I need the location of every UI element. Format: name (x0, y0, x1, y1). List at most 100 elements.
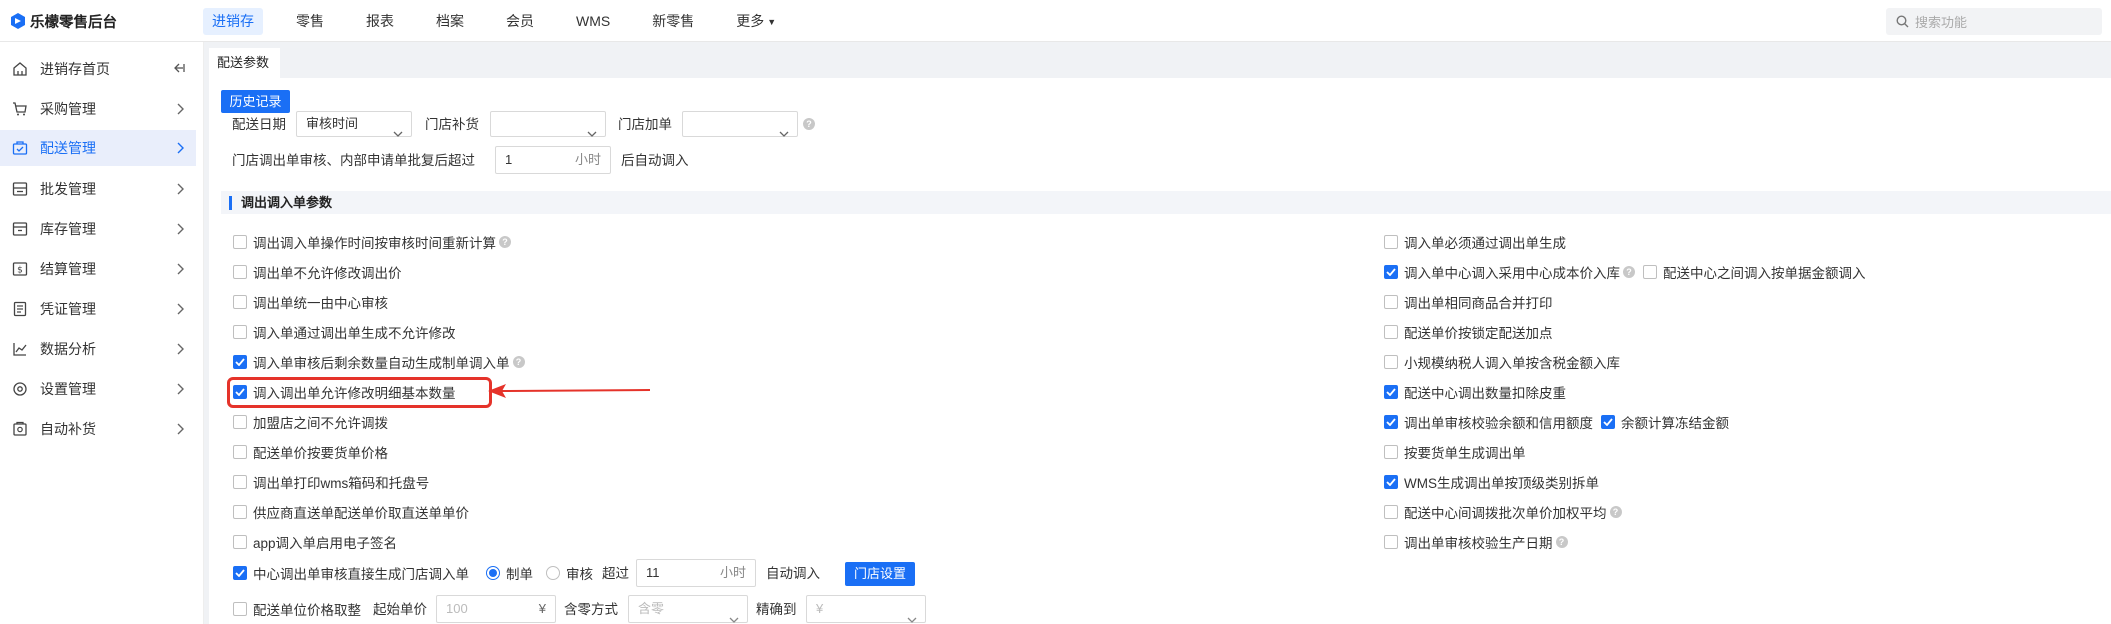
help-icon[interactable]: ? (803, 118, 815, 130)
right-option: 配送中心调出数量扣除皮重 (1384, 382, 1566, 402)
right-option-checkbox[interactable] (1384, 385, 1398, 399)
right-option-checkbox[interactable] (1384, 415, 1398, 429)
auto-in-unit: 小时 (574, 152, 601, 167)
right-extra-option-checkbox[interactable] (1643, 265, 1657, 279)
left-option: 调入单审核后剩余数量自动生成制单调入单? (233, 352, 525, 372)
right-option-label: 配送单价按锁定配送加点 (1404, 326, 1553, 341)
app-logo[interactable]: 乐檬零售后台 (11, 11, 117, 31)
center-hours-input[interactable]: 11 小时 (636, 559, 756, 587)
right-option-label: 配送中心调出数量扣除皮重 (1404, 386, 1566, 401)
radio-draft-option[interactable]: 制单 (486, 563, 533, 583)
cart-icon (12, 101, 28, 117)
right-option: 调出单审核校验生产日期? (1384, 532, 1568, 552)
right-option-checkbox[interactable] (1384, 535, 1398, 549)
left-option-label: 调出单统一由中心审核 (253, 296, 388, 311)
left-option-checkbox[interactable] (233, 505, 247, 519)
sidebar-item-settlement[interactable]: $ 结算管理 (0, 251, 196, 287)
search-input[interactable]: 搜索功能 (1886, 8, 2102, 35)
start-price-label: 起始单价 (373, 602, 427, 617)
chart-icon (12, 341, 28, 357)
right-option-checkbox[interactable] (1384, 325, 1398, 339)
center-direct-in-row: 中心调出单审核直接生成门店调入单 (233, 563, 469, 583)
left-option-checkbox[interactable] (233, 265, 247, 279)
tab-delivery-params[interactable]: 配送参数 (209, 48, 280, 78)
delivery-date-select[interactable]: 审核时间 (296, 111, 412, 137)
auto-in-hours-input[interactable]: 1 小时 (495, 146, 611, 174)
left-option-checkbox[interactable] (233, 475, 247, 489)
search-placeholder: 搜索功能 (1915, 15, 1968, 30)
sidebar-item-home[interactable]: 进销存首页 (0, 51, 196, 87)
help-icon[interactable]: ? (512, 356, 525, 368)
section-accent (229, 196, 232, 210)
start-price-input[interactable]: 100 ¥ (436, 595, 556, 623)
sidebar-item-delivery[interactable]: 配送管理 (0, 130, 196, 166)
right-option-checkbox[interactable] (1384, 265, 1398, 279)
left-option-checkbox[interactable] (233, 235, 247, 249)
precision-select[interactable]: ¥ (806, 595, 926, 623)
nav-item-new-retail[interactable]: 新零售 (643, 8, 703, 35)
right-option-label: 调入单必须通过调出单生成 (1404, 236, 1566, 251)
chevron-down-icon (779, 121, 789, 145)
sidebar-item-analytics[interactable]: 数据分析 (0, 331, 196, 367)
sidebar-item-inventory[interactable]: 库存管理 (0, 211, 196, 247)
main-nav: 进销存 零售 报表 档案 会员 WMS 新零售 更多 ▼ (203, 8, 809, 35)
help-icon[interactable]: ? (499, 236, 511, 248)
delivery-date-label: 配送日期 (232, 117, 286, 132)
over-label: 超过 (602, 566, 629, 581)
nav-item-more[interactable]: 更多 ▼ (727, 8, 785, 35)
center-direct-in-checkbox[interactable] (233, 566, 247, 580)
history-button[interactable]: 历史记录 (221, 90, 290, 113)
help-icon[interactable]: ? (1609, 506, 1622, 518)
right-extra-option-checkbox[interactable] (1601, 415, 1615, 429)
left-option-checkbox[interactable] (233, 415, 247, 429)
store-add-select[interactable] (682, 111, 798, 137)
sidebar-item-purchase[interactable]: 采购管理 (0, 91, 196, 127)
left-option: 调出调入单操作时间按审核时间重新计算? (233, 232, 511, 252)
store-replenish-select[interactable] (490, 111, 606, 137)
nav-item-reports[interactable]: 报表 (357, 8, 403, 35)
sidebar-item-settings[interactable]: 设置管理 (0, 371, 196, 407)
collapse-sidebar-icon[interactable] (172, 61, 186, 78)
right-option-checkbox[interactable] (1384, 295, 1398, 309)
sidebar-item-wholesale[interactable]: 批发管理 (0, 171, 196, 207)
left-option: 配送单价按要货单价格 (233, 442, 388, 462)
right-option-checkbox[interactable] (1384, 235, 1398, 249)
left-option: 调入单通过调出单生成不允许修改 (233, 322, 456, 342)
right-option-checkbox[interactable] (1384, 505, 1398, 519)
nav-item-retail[interactable]: 零售 (287, 8, 333, 35)
nav-item-inventory[interactable]: 进销存 (203, 8, 263, 35)
radio-audit-label: 审核 (566, 567, 593, 582)
chevron-right-icon (176, 422, 184, 438)
center-hours-value: 11 (646, 565, 660, 580)
right-option-checkbox[interactable] (1384, 355, 1398, 369)
radio-audit-option[interactable]: 审核 (546, 563, 593, 583)
nav-item-wms[interactable]: WMS (567, 8, 619, 35)
left-option-checkbox[interactable] (233, 295, 247, 309)
radio-draft[interactable] (486, 566, 500, 580)
sidebar-item-auto-replenish[interactable]: 自动补货 (0, 411, 196, 447)
right-option-checkbox[interactable] (1384, 475, 1398, 489)
left-option-checkbox[interactable] (233, 325, 247, 339)
chevron-right-icon (176, 342, 184, 358)
help-icon[interactable]: ? (1555, 536, 1568, 548)
highlight-annotation-box (227, 377, 492, 408)
right-option: 调出单相同商品合并打印 (1384, 292, 1553, 312)
rounding-method-select[interactable]: 含零 (628, 595, 748, 623)
left-option-checkbox[interactable] (233, 445, 247, 459)
left-option-checkbox[interactable] (233, 535, 247, 549)
price-rounding-checkbox[interactable] (233, 602, 247, 616)
chevron-right-icon (176, 102, 184, 118)
radio-audit[interactable] (546, 566, 560, 580)
chevron-right-icon (176, 222, 184, 238)
right-option-label: 按要货单生成调出单 (1404, 446, 1526, 461)
precision-label: 精确到 (756, 602, 797, 617)
start-price-placeholder: 100 (446, 601, 468, 616)
help-icon[interactable]: ? (1623, 266, 1635, 278)
store-settings-button[interactable]: 门店设置 (845, 562, 915, 586)
right-option-checkbox[interactable] (1384, 445, 1398, 459)
left-option-checkbox[interactable] (233, 355, 247, 369)
sidebar-item-voucher[interactable]: 凭证管理 (0, 291, 196, 327)
nav-item-members[interactable]: 会员 (497, 8, 543, 35)
nav-item-archives[interactable]: 档案 (427, 8, 473, 35)
chevron-down-icon (907, 606, 917, 624)
